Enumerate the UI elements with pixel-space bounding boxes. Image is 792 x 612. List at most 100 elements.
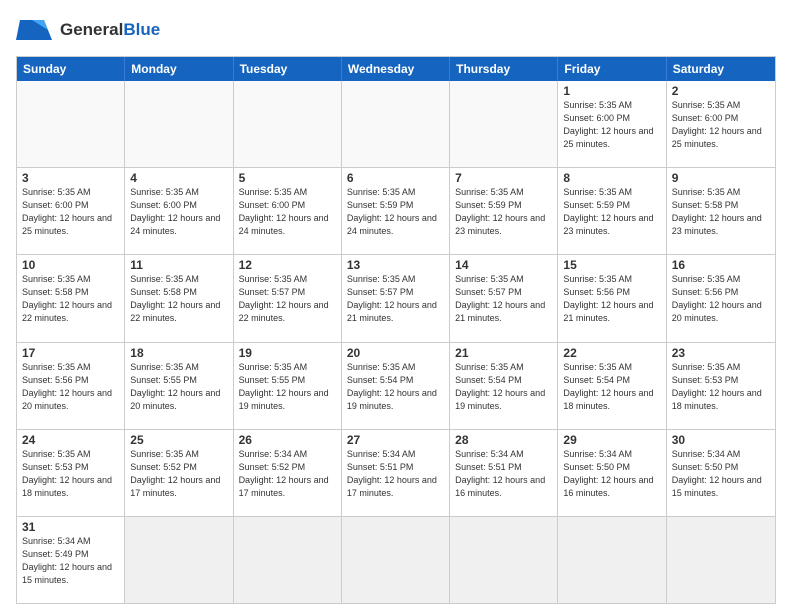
cal-cell-1-6: 9Sunrise: 5:35 AM Sunset: 5:58 PM Daylig… [667, 168, 775, 254]
cal-cell-3-2: 19Sunrise: 5:35 AM Sunset: 5:55 PM Dayli… [234, 343, 342, 429]
cal-cell-4-3: 27Sunrise: 5:34 AM Sunset: 5:51 PM Dayli… [342, 430, 450, 516]
page: GeneralBlue SundayMondayTuesdayWednesday… [0, 0, 792, 612]
cal-cell-1-0: 3Sunrise: 5:35 AM Sunset: 6:00 PM Daylig… [17, 168, 125, 254]
cal-cell-1-5: 8Sunrise: 5:35 AM Sunset: 5:59 PM Daylig… [558, 168, 666, 254]
day-info: Sunrise: 5:35 AM Sunset: 6:00 PM Dayligh… [672, 99, 770, 151]
generalblue-icon [16, 12, 56, 48]
weekday-header-wednesday: Wednesday [342, 57, 450, 81]
cal-cell-3-6: 23Sunrise: 5:35 AM Sunset: 5:53 PM Dayli… [667, 343, 775, 429]
cal-cell-4-4: 28Sunrise: 5:34 AM Sunset: 5:51 PM Dayli… [450, 430, 558, 516]
day-number: 18 [130, 346, 227, 360]
day-info: Sunrise: 5:35 AM Sunset: 5:56 PM Dayligh… [563, 273, 660, 325]
day-number: 28 [455, 433, 552, 447]
day-info: Sunrise: 5:35 AM Sunset: 5:57 PM Dayligh… [455, 273, 552, 325]
weekday-header-sunday: Sunday [17, 57, 125, 81]
day-number: 8 [563, 171, 660, 185]
cal-cell-2-3: 13Sunrise: 5:35 AM Sunset: 5:57 PM Dayli… [342, 255, 450, 341]
logo-general: General [60, 20, 123, 39]
day-number: 6 [347, 171, 444, 185]
cal-cell-4-6: 30Sunrise: 5:34 AM Sunset: 5:50 PM Dayli… [667, 430, 775, 516]
cal-cell-1-1: 4Sunrise: 5:35 AM Sunset: 6:00 PM Daylig… [125, 168, 233, 254]
day-number: 22 [563, 346, 660, 360]
day-info: Sunrise: 5:35 AM Sunset: 5:56 PM Dayligh… [672, 273, 770, 325]
day-info: Sunrise: 5:35 AM Sunset: 5:55 PM Dayligh… [239, 361, 336, 413]
cal-cell-0-5: 1Sunrise: 5:35 AM Sunset: 6:00 PM Daylig… [558, 81, 666, 167]
day-info: Sunrise: 5:35 AM Sunset: 6:00 PM Dayligh… [239, 186, 336, 238]
calendar-body: 1Sunrise: 5:35 AM Sunset: 6:00 PM Daylig… [17, 81, 775, 603]
weekday-header-monday: Monday [125, 57, 233, 81]
day-number: 2 [672, 84, 770, 98]
cal-cell-4-2: 26Sunrise: 5:34 AM Sunset: 5:52 PM Dayli… [234, 430, 342, 516]
day-info: Sunrise: 5:35 AM Sunset: 5:52 PM Dayligh… [130, 448, 227, 500]
day-info: Sunrise: 5:35 AM Sunset: 5:59 PM Dayligh… [455, 186, 552, 238]
cal-cell-0-1 [125, 81, 233, 167]
day-number: 26 [239, 433, 336, 447]
calendar-row-4: 24Sunrise: 5:35 AM Sunset: 5:53 PM Dayli… [17, 429, 775, 516]
day-number: 12 [239, 258, 336, 272]
day-info: Sunrise: 5:35 AM Sunset: 5:54 PM Dayligh… [563, 361, 660, 413]
day-info: Sunrise: 5:35 AM Sunset: 5:57 PM Dayligh… [347, 273, 444, 325]
day-number: 17 [22, 346, 119, 360]
day-info: Sunrise: 5:35 AM Sunset: 5:54 PM Dayligh… [347, 361, 444, 413]
day-info: Sunrise: 5:35 AM Sunset: 5:55 PM Dayligh… [130, 361, 227, 413]
cal-cell-3-1: 18Sunrise: 5:35 AM Sunset: 5:55 PM Dayli… [125, 343, 233, 429]
day-info: Sunrise: 5:35 AM Sunset: 5:59 PM Dayligh… [563, 186, 660, 238]
cal-cell-4-1: 25Sunrise: 5:35 AM Sunset: 5:52 PM Dayli… [125, 430, 233, 516]
day-number: 29 [563, 433, 660, 447]
day-number: 30 [672, 433, 770, 447]
day-number: 15 [563, 258, 660, 272]
day-number: 21 [455, 346, 552, 360]
cal-cell-5-1 [125, 517, 233, 603]
day-info: Sunrise: 5:35 AM Sunset: 6:00 PM Dayligh… [22, 186, 119, 238]
day-number: 27 [347, 433, 444, 447]
weekday-header-saturday: Saturday [667, 57, 775, 81]
day-info: Sunrise: 5:34 AM Sunset: 5:50 PM Dayligh… [563, 448, 660, 500]
cal-cell-4-0: 24Sunrise: 5:35 AM Sunset: 5:53 PM Dayli… [17, 430, 125, 516]
day-number: 24 [22, 433, 119, 447]
cal-cell-2-5: 15Sunrise: 5:35 AM Sunset: 5:56 PM Dayli… [558, 255, 666, 341]
day-info: Sunrise: 5:35 AM Sunset: 5:58 PM Dayligh… [22, 273, 119, 325]
day-info: Sunrise: 5:35 AM Sunset: 6:00 PM Dayligh… [563, 99, 660, 151]
cal-cell-2-1: 11Sunrise: 5:35 AM Sunset: 5:58 PM Dayli… [125, 255, 233, 341]
cal-cell-1-4: 7Sunrise: 5:35 AM Sunset: 5:59 PM Daylig… [450, 168, 558, 254]
day-number: 16 [672, 258, 770, 272]
cal-cell-5-4 [450, 517, 558, 603]
cal-cell-1-3: 6Sunrise: 5:35 AM Sunset: 5:59 PM Daylig… [342, 168, 450, 254]
cal-cell-3-3: 20Sunrise: 5:35 AM Sunset: 5:54 PM Dayli… [342, 343, 450, 429]
day-info: Sunrise: 5:34 AM Sunset: 5:49 PM Dayligh… [22, 535, 119, 587]
cal-cell-0-2 [234, 81, 342, 167]
cal-cell-4-5: 29Sunrise: 5:34 AM Sunset: 5:50 PM Dayli… [558, 430, 666, 516]
cal-cell-0-3 [342, 81, 450, 167]
cal-cell-3-0: 17Sunrise: 5:35 AM Sunset: 5:56 PM Dayli… [17, 343, 125, 429]
logo-blue: Blue [123, 20, 160, 39]
day-number: 10 [22, 258, 119, 272]
cal-cell-2-6: 16Sunrise: 5:35 AM Sunset: 5:56 PM Dayli… [667, 255, 775, 341]
day-info: Sunrise: 5:34 AM Sunset: 5:51 PM Dayligh… [455, 448, 552, 500]
weekday-header-friday: Friday [558, 57, 666, 81]
calendar-row-5: 31Sunrise: 5:34 AM Sunset: 5:49 PM Dayli… [17, 516, 775, 603]
header: GeneralBlue [16, 12, 776, 48]
day-info: Sunrise: 5:35 AM Sunset: 6:00 PM Dayligh… [130, 186, 227, 238]
calendar: SundayMondayTuesdayWednesdayThursdayFrid… [16, 56, 776, 604]
calendar-row-1: 3Sunrise: 5:35 AM Sunset: 6:00 PM Daylig… [17, 167, 775, 254]
cal-cell-5-2 [234, 517, 342, 603]
day-number: 20 [347, 346, 444, 360]
day-number: 19 [239, 346, 336, 360]
weekday-header-thursday: Thursday [450, 57, 558, 81]
cal-cell-2-0: 10Sunrise: 5:35 AM Sunset: 5:58 PM Dayli… [17, 255, 125, 341]
day-number: 4 [130, 171, 227, 185]
cal-cell-3-4: 21Sunrise: 5:35 AM Sunset: 5:54 PM Dayli… [450, 343, 558, 429]
day-number: 31 [22, 520, 119, 534]
day-info: Sunrise: 5:35 AM Sunset: 5:53 PM Dayligh… [22, 448, 119, 500]
weekday-header-tuesday: Tuesday [234, 57, 342, 81]
day-number: 9 [672, 171, 770, 185]
day-number: 25 [130, 433, 227, 447]
cal-cell-2-2: 12Sunrise: 5:35 AM Sunset: 5:57 PM Dayli… [234, 255, 342, 341]
day-info: Sunrise: 5:35 AM Sunset: 5:59 PM Dayligh… [347, 186, 444, 238]
calendar-header: SundayMondayTuesdayWednesdayThursdayFrid… [17, 57, 775, 81]
calendar-row-2: 10Sunrise: 5:35 AM Sunset: 5:58 PM Dayli… [17, 254, 775, 341]
day-number: 14 [455, 258, 552, 272]
cal-cell-2-4: 14Sunrise: 5:35 AM Sunset: 5:57 PM Dayli… [450, 255, 558, 341]
cal-cell-5-6 [667, 517, 775, 603]
day-number: 23 [672, 346, 770, 360]
